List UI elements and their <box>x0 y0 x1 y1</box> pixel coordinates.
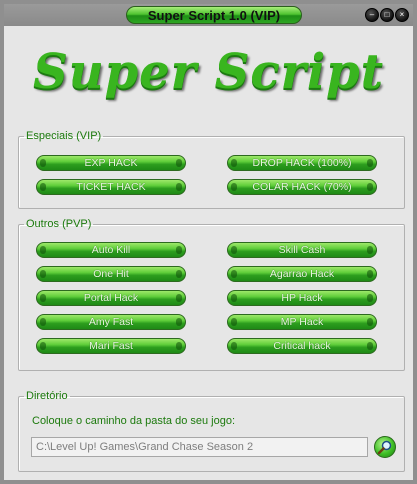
auto-kill-button[interactable]: Auto Kill <box>36 242 186 258</box>
skill-cash-button[interactable]: Skill Cash <box>227 242 377 258</box>
critical-hack-button[interactable]: Critical hack <box>227 338 377 354</box>
magnifier-icon <box>377 440 392 455</box>
mp-hack-button[interactable]: MP Hack <box>227 314 377 330</box>
colar-hack-button[interactable]: COLAR HACK (70%) <box>227 179 377 195</box>
close-icon[interactable]: × <box>395 8 409 22</box>
pvp-group-legend: Outros (PVP) <box>26 218 92 230</box>
agarrao-hack-button[interactable]: Agarrao Hack <box>227 266 377 282</box>
amy-fast-button[interactable]: Amy Fast <box>36 314 186 330</box>
title-bar[interactable]: Super Script 1.0 (VIP) – □ × <box>4 4 413 26</box>
app-logo: Super Script <box>33 44 384 100</box>
window-title: Super Script 1.0 (VIP) <box>126 6 302 24</box>
one-hit-button[interactable]: One Hit <box>36 266 186 282</box>
minimize-icon[interactable]: – <box>365 8 379 22</box>
directory-group: Diretório <box>18 390 405 472</box>
browse-button[interactable] <box>374 436 396 458</box>
drop-hack-button[interactable]: DROP HACK (100%) <box>227 155 377 171</box>
vip-group-legend: Especiais (VIP) <box>26 130 102 142</box>
mari-fast-button[interactable]: Mari Fast <box>36 338 186 354</box>
directory-hint: Coloque o caminho da pasta do seu jogo: <box>32 415 236 427</box>
ticket-hack-button[interactable]: TICKET HACK <box>36 179 186 195</box>
hp-hack-button[interactable]: HP Hack <box>227 290 377 306</box>
directory-group-legend: Diretório <box>26 390 68 402</box>
app-window: Super Script 1.0 (VIP) – □ × Super Scrip… <box>0 0 417 484</box>
maximize-icon[interactable]: □ <box>380 8 394 22</box>
game-path-input[interactable] <box>31 437 368 457</box>
exp-hack-button[interactable]: EXP HACK <box>36 155 186 171</box>
portal-hack-button[interactable]: Portal Hack <box>36 290 186 306</box>
